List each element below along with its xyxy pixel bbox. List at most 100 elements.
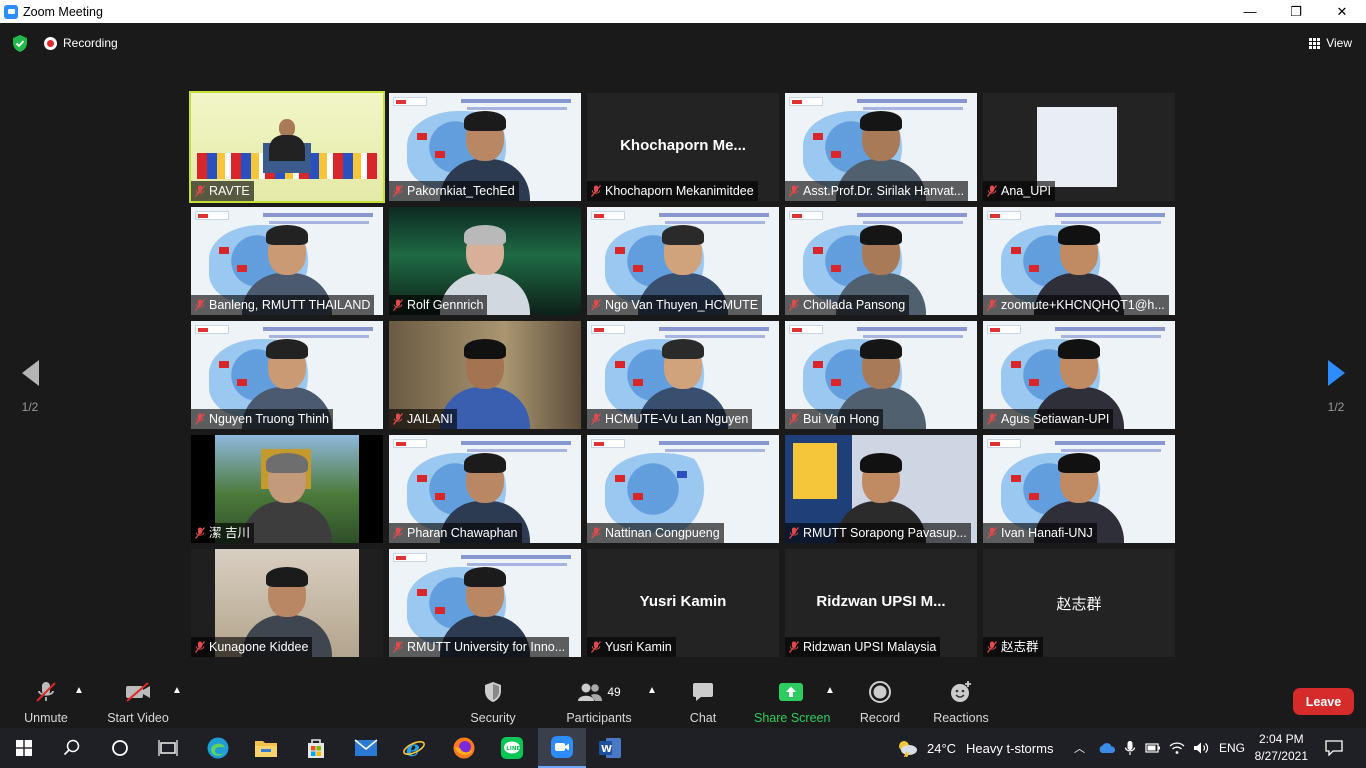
search-icon[interactable]	[48, 728, 96, 768]
mic-muted-icon	[18, 679, 74, 705]
security-button[interactable]: Security	[468, 679, 518, 725]
participant-tile[interactable]: Asst.Prof.Dr. Sirilak Hanvat...	[785, 93, 977, 201]
participant-tile[interactable]: Yusri Kamin Yusri Kamin	[587, 549, 779, 657]
participant-name: Agus Setiawan-UPI	[1001, 412, 1110, 426]
participant-name-tag: JAILANI	[389, 409, 457, 429]
microphone-icon[interactable]	[1124, 740, 1136, 756]
svg-text:e: e	[406, 736, 420, 760]
weather-widget[interactable]: 24°C Heavy t-storms	[895, 728, 1053, 768]
participant-name-tag: Kunagone Kiddee	[191, 637, 313, 657]
windows-start-icon[interactable]	[0, 728, 48, 768]
file-explorer-icon[interactable]	[242, 728, 290, 768]
record-button[interactable]: Record	[858, 679, 902, 725]
audio-options-caret[interactable]: ▲	[74, 685, 84, 696]
participant-tile[interactable]: Khochaporn Me... Khochaporn Mekanimitdee	[587, 93, 779, 201]
participant-name: Nguyen Truong Thinh	[209, 412, 329, 426]
participant-tile[interactable]: Agus Setiawan-UPI	[983, 321, 1175, 429]
security-shield-icon	[468, 679, 518, 705]
participant-tile[interactable]: Ngo Van Thuyen_HCMUTE	[587, 207, 779, 315]
start-video-button[interactable]: Start Video	[106, 679, 170, 725]
chat-button[interactable]: Chat	[684, 679, 722, 725]
participant-tile[interactable]: RMUTT University for Inno...	[389, 549, 581, 657]
battery-icon[interactable]	[1145, 742, 1161, 754]
wifi-icon[interactable]	[1169, 741, 1185, 755]
participant-tile[interactable]: RMUTT Sorapong Pavasup...	[785, 435, 977, 543]
line-app-icon[interactable]: LINE	[488, 728, 536, 768]
participant-name-tag: Agus Setiawan-UPI	[983, 409, 1114, 429]
participants-icon	[578, 683, 603, 701]
weather-desc: Heavy t-storms	[966, 740, 1054, 756]
encryption-shield-icon[interactable]	[12, 35, 28, 52]
participants-button[interactable]: 49 Participants	[566, 679, 632, 725]
participant-name-tag: Chollada Pansong	[785, 295, 910, 315]
reactions-label: Reactions	[933, 711, 989, 725]
unmute-button[interactable]: Unmute	[18, 679, 74, 725]
participant-name: Ivan Hanafi-UNJ	[1001, 526, 1093, 540]
participant-tile[interactable]: Banleng, RMUTT THAILAND	[191, 207, 383, 315]
participant-name-tag: RMUTT Sorapong Pavasup...	[785, 523, 971, 543]
leave-button[interactable]: Leave	[1293, 688, 1354, 715]
participant-tile[interactable]: Kunagone Kiddee	[191, 549, 383, 657]
participant-tile[interactable]: Ridzwan UPSI M... Ridzwan UPSI Malaysia	[785, 549, 977, 657]
participant-tile[interactable]: Bui Van Hong	[785, 321, 977, 429]
share-screen-button[interactable]: Share Screen	[754, 679, 831, 725]
participant-name: Ngo Van Thuyen_HCMUTE	[605, 298, 759, 312]
volume-icon[interactable]	[1193, 741, 1209, 755]
firefox-icon[interactable]	[440, 728, 488, 768]
prev-page-button[interactable]: 1/2	[15, 360, 45, 414]
muted-mic-icon	[195, 641, 205, 653]
internet-explorer-icon[interactable]: e	[390, 728, 438, 768]
participant-tile[interactable]: HCMUTE-Vu Lan Nguyen	[587, 321, 779, 429]
view-button[interactable]: View	[1309, 36, 1352, 50]
minimize-button[interactable]: —	[1227, 0, 1273, 23]
clock-time: 2:04 PM	[1258, 732, 1304, 746]
meeting-toolbar: Unmute ▲ Start Video ▲ Security 49 Parti…	[0, 673, 1366, 728]
participant-name-tag: 赵志群	[983, 637, 1043, 657]
onedrive-cloud-icon[interactable]	[1098, 742, 1116, 754]
participant-tile[interactable]: Pakornkiat_TechEd	[389, 93, 581, 201]
word-icon[interactable]: W	[586, 728, 634, 768]
edge-browser-icon[interactable]	[194, 728, 242, 768]
participant-name: Rolf Gennrich	[407, 298, 484, 312]
participant-name: 赵志群	[1001, 640, 1039, 654]
arrow-right-icon	[1327, 360, 1345, 386]
title-bar: Zoom Meeting — ❐ ✕	[0, 0, 1366, 23]
participant-name-tag: RAVTE	[191, 181, 254, 201]
task-view-icon[interactable]	[144, 728, 192, 768]
maximize-button[interactable]: ❐	[1273, 0, 1319, 23]
store-icon[interactable]	[292, 728, 340, 768]
share-options-caret[interactable]: ▲	[825, 685, 835, 696]
svg-text:LINE: LINE	[506, 746, 520, 752]
close-button[interactable]: ✕	[1319, 0, 1365, 23]
participant-tile[interactable]: Ivan Hanafi-UNJ	[983, 435, 1175, 543]
participant-tile[interactable]: Chollada Pansong	[785, 207, 977, 315]
participants-options-caret[interactable]: ▲	[647, 685, 657, 696]
next-page-button[interactable]: 1/2	[1321, 360, 1351, 414]
cortana-icon[interactable]	[96, 728, 144, 768]
muted-mic-icon	[591, 527, 601, 539]
participant-tile[interactable]: Pharan Chawaphan	[389, 435, 581, 543]
share-screen-label: Share Screen	[754, 711, 831, 725]
participant-tile[interactable]: 赵志群 赵志群	[983, 549, 1175, 657]
system-clock[interactable]: 2:04 PM 8/27/2021	[1255, 731, 1308, 765]
page-indicator-left: 1/2	[21, 400, 39, 414]
mail-icon[interactable]	[342, 728, 390, 768]
participant-tile[interactable]: zoomute+KHCNQHQT1@h...	[983, 207, 1175, 315]
participant-tile[interactable]: Rolf Gennrich	[389, 207, 581, 315]
view-label: View	[1326, 36, 1352, 50]
participant-tile[interactable]: JAILANI	[389, 321, 581, 429]
recording-indicator[interactable]: Recording	[44, 36, 118, 50]
participant-tile[interactable]: Nguyen Truong Thinh	[191, 321, 383, 429]
notifications-icon[interactable]	[1310, 728, 1358, 768]
participant-tile[interactable]: Ana_UPI	[983, 93, 1175, 201]
reactions-button[interactable]: Reactions	[932, 679, 990, 725]
show-hidden-icons-chevron-icon[interactable]: ︿	[1074, 740, 1088, 756]
zoom-taskbar-icon[interactable]	[538, 728, 586, 768]
participant-tile[interactable]: 潔 吉川	[191, 435, 383, 543]
muted-mic-icon	[591, 185, 601, 197]
participant-tile[interactable]: RAVTE	[189, 91, 385, 203]
input-language[interactable]: ENG	[1219, 741, 1245, 755]
participant-tile[interactable]: Nattinan Congpueng	[587, 435, 779, 543]
participant-name: Chollada Pansong	[803, 298, 906, 312]
video-options-caret[interactable]: ▲	[172, 685, 182, 696]
